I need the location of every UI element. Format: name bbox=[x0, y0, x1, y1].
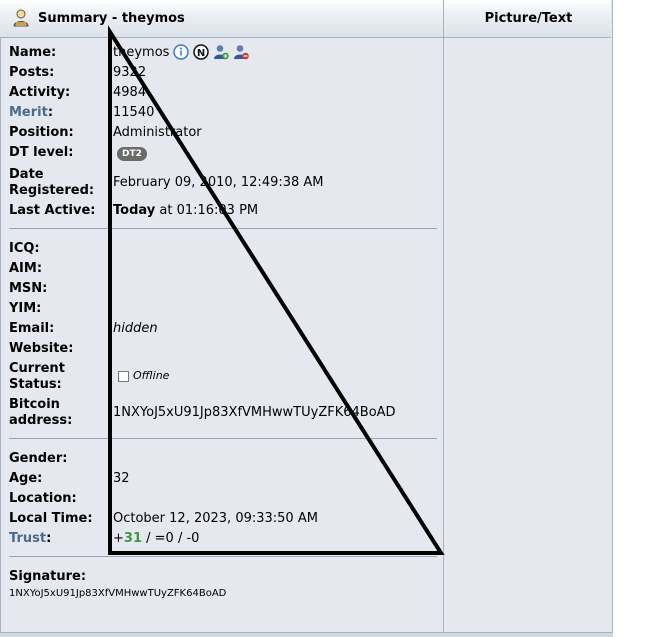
trust-link[interactable]: Trust bbox=[9, 531, 46, 546]
section-divider bbox=[9, 438, 437, 439]
trust-label: Trust: bbox=[9, 531, 52, 546]
icq-label: ICQ: bbox=[9, 241, 40, 256]
name-value: theymos bbox=[113, 45, 170, 60]
position-value: Administrator bbox=[113, 125, 202, 140]
merit-value: 11540 bbox=[113, 105, 155, 120]
dt-level-badge: DT2 bbox=[117, 147, 147, 161]
email-value: hidden bbox=[113, 321, 158, 336]
date-registered-label-line2: Registered: bbox=[9, 183, 95, 198]
gender-label: Gender: bbox=[9, 451, 68, 466]
bitcoin-label-line1: Bitcoin bbox=[9, 397, 60, 412]
panel-bottom-strip bbox=[0, 633, 613, 637]
date-registered-label-line1: Date bbox=[9, 167, 44, 182]
add-buddy-icon[interactable] bbox=[213, 44, 229, 60]
last-active-value: Today at 01:16:03 PM bbox=[113, 203, 259, 218]
signature-label: Signature: bbox=[9, 569, 87, 584]
user-icon bbox=[13, 9, 29, 27]
last-active-label: Last Active: bbox=[9, 203, 96, 218]
info-icon[interactable] bbox=[173, 44, 189, 60]
website-label: Website: bbox=[9, 341, 74, 356]
current-status-label-line2: Status: bbox=[9, 377, 62, 392]
merit-link[interactable]: Merit bbox=[9, 105, 48, 120]
msn-label: MSN: bbox=[9, 281, 48, 296]
picture-text-heading: Picture/Text bbox=[484, 11, 573, 26]
name-label: Name: bbox=[9, 45, 57, 60]
position-label: Position: bbox=[9, 125, 74, 140]
email-label: Email: bbox=[9, 321, 55, 336]
activity-value: 4984 bbox=[113, 85, 147, 100]
section-divider bbox=[9, 556, 437, 557]
bitcoin-label-line2: address: bbox=[9, 413, 73, 428]
column-divider bbox=[443, 0, 444, 632]
trust-value: +31 / =0 / -0 bbox=[113, 531, 200, 546]
aim-label: AIM: bbox=[9, 261, 43, 276]
current-status-label-line1: Current bbox=[9, 361, 65, 376]
age-value: 32 bbox=[113, 471, 130, 486]
activity-label: Activity: bbox=[9, 85, 71, 100]
section-divider bbox=[9, 228, 437, 229]
summary-title: Summary - theymos bbox=[38, 11, 185, 26]
profile-panel bbox=[0, 0, 613, 633]
merit-label: Merit: bbox=[9, 105, 54, 120]
age-label: Age: bbox=[9, 471, 43, 486]
local-time-value: October 12, 2023, 09:33:50 AM bbox=[113, 511, 318, 526]
signature-value: 1NXYoJ5xU91Jp83XfVMHwwTUyZFK64BoAD bbox=[9, 588, 227, 599]
posts-label: Posts: bbox=[9, 65, 55, 80]
location-label: Location: bbox=[9, 491, 77, 506]
local-time-label: Local Time: bbox=[9, 511, 93, 526]
status-value: Offline bbox=[133, 369, 170, 382]
dt-level-label: DT level: bbox=[9, 145, 74, 160]
svg-text:N: N bbox=[197, 48, 205, 59]
bitcoin-address-value: 1NXYoJ5xU91Jp83XfVMHwwTUyZFK64BoAD bbox=[113, 405, 396, 420]
remove-buddy-icon[interactable] bbox=[233, 44, 249, 60]
date-registered-value: February 09, 2010, 12:49:38 AM bbox=[113, 175, 324, 190]
yim-label: YIM: bbox=[9, 301, 42, 316]
n-badge-icon[interactable]: N bbox=[193, 44, 209, 60]
posts-value: 9322 bbox=[113, 65, 147, 80]
offline-checkbox-icon bbox=[118, 371, 129, 382]
